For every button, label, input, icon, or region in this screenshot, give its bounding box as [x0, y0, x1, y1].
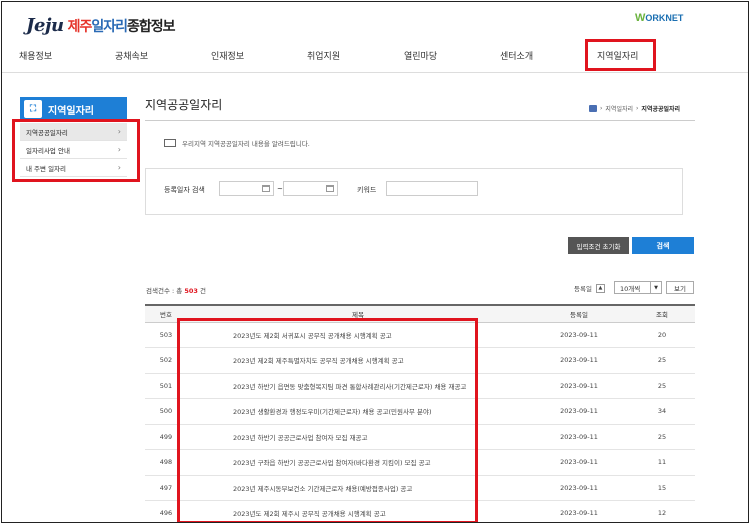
- col-header-date: 등록일: [529, 304, 629, 323]
- highlight-nav-box: [585, 39, 656, 71]
- home-icon[interactable]: [589, 105, 597, 112]
- logo-en: Jeju: [26, 15, 64, 36]
- calendar-icon[interactable]: [262, 185, 270, 192]
- divider: [145, 120, 695, 121]
- highlight-sidebar-box: [12, 119, 140, 182]
- sidebar-title: ⛶ 지역일자리: [20, 97, 127, 121]
- korea-map-icon: ⛶: [24, 100, 42, 118]
- nav-talent[interactable]: 인재정보: [211, 49, 244, 62]
- worknet-logo[interactable]: WORKNET: [635, 12, 683, 24]
- nav-jobs[interactable]: 채용정보: [19, 49, 52, 62]
- monitor-icon: [164, 139, 176, 147]
- browser-frame: Jeju 제주일자리종합정보 WORKNET 채용정보 공채속보 인재정보 취업…: [1, 1, 749, 523]
- intro-text: 우리지역 지역공공일자리 내용을 알려드립니다.: [164, 138, 310, 148]
- col-header-views: 조회: [629, 304, 695, 323]
- search-button[interactable]: 검색: [632, 237, 694, 254]
- breadcrumb: › 지역일자리 › 지역공공일자리: [589, 104, 680, 113]
- start-date-input[interactable]: [219, 181, 274, 196]
- keyword-label: 키워드: [357, 186, 377, 194]
- site-logo[interactable]: Jeju 제주일자리종합정보: [26, 12, 176, 36]
- chevron-down-icon: ▼: [650, 282, 661, 293]
- nav-center-intro[interactable]: 센터소개: [500, 49, 533, 62]
- end-date-input[interactable]: [283, 181, 338, 196]
- reset-button[interactable]: 입력조건 초기화: [568, 237, 629, 254]
- nav-employment-support[interactable]: 취업지원: [307, 49, 340, 62]
- logo-ko: 제주일자리종합정보: [67, 19, 176, 35]
- result-count: 검색건수 : 총 503 건: [146, 287, 206, 295]
- page-title: 지역공공일자리: [145, 98, 223, 112]
- date-search-label: 등록일자 검색: [164, 186, 205, 194]
- sort-control: 등록일 ▲: [574, 283, 605, 293]
- view-button[interactable]: 보기: [666, 281, 694, 294]
- nav-open-forum[interactable]: 열린마당: [404, 49, 437, 62]
- highlight-table-box: [177, 318, 478, 522]
- keyword-input[interactable]: [386, 181, 478, 196]
- sort-up-icon[interactable]: ▲: [595, 283, 605, 293]
- search-panel: 등록일자 검색 ~ 키워드: [145, 168, 683, 215]
- per-page-select[interactable]: 10개씩 ▼: [614, 281, 662, 294]
- calendar-icon[interactable]: [326, 185, 334, 192]
- nav-public-recruit[interactable]: 공채속보: [115, 49, 148, 62]
